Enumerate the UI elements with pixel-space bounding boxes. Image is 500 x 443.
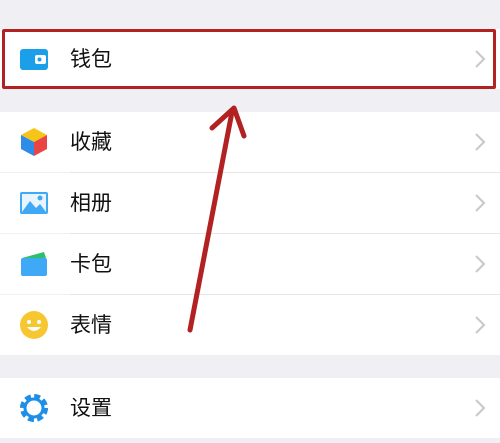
menu-item-settings[interactable]: 设置 [0, 378, 500, 438]
chevron-right-icon [475, 255, 486, 273]
chevron-right-icon [475, 316, 486, 334]
card-wallet-icon [21, 252, 47, 276]
chevron-right-icon [475, 194, 486, 212]
emoji-smile-icon [20, 311, 48, 339]
highlight-box [2, 29, 496, 89]
favorites-cube-icon [21, 128, 47, 156]
chevron-right-icon [475, 133, 486, 151]
menu-item-favorites[interactable]: 收藏 [0, 112, 500, 172]
menu-item-label: 卡包 [70, 252, 112, 276]
menu-item-label: 收藏 [70, 130, 112, 154]
menu-item-album[interactable]: 相册 [0, 173, 500, 233]
photo-album-icon [20, 192, 48, 214]
menu-item-card-wallet[interactable]: 卡包 [0, 234, 500, 294]
settings-gear-icon [20, 394, 48, 422]
menu-item-label: 相册 [70, 191, 112, 215]
menu-item-label: 设置 [70, 396, 112, 420]
chevron-right-icon [475, 399, 486, 417]
menu-item-label: 表情 [70, 313, 112, 337]
menu-item-stickers[interactable]: 表情 [0, 295, 500, 355]
